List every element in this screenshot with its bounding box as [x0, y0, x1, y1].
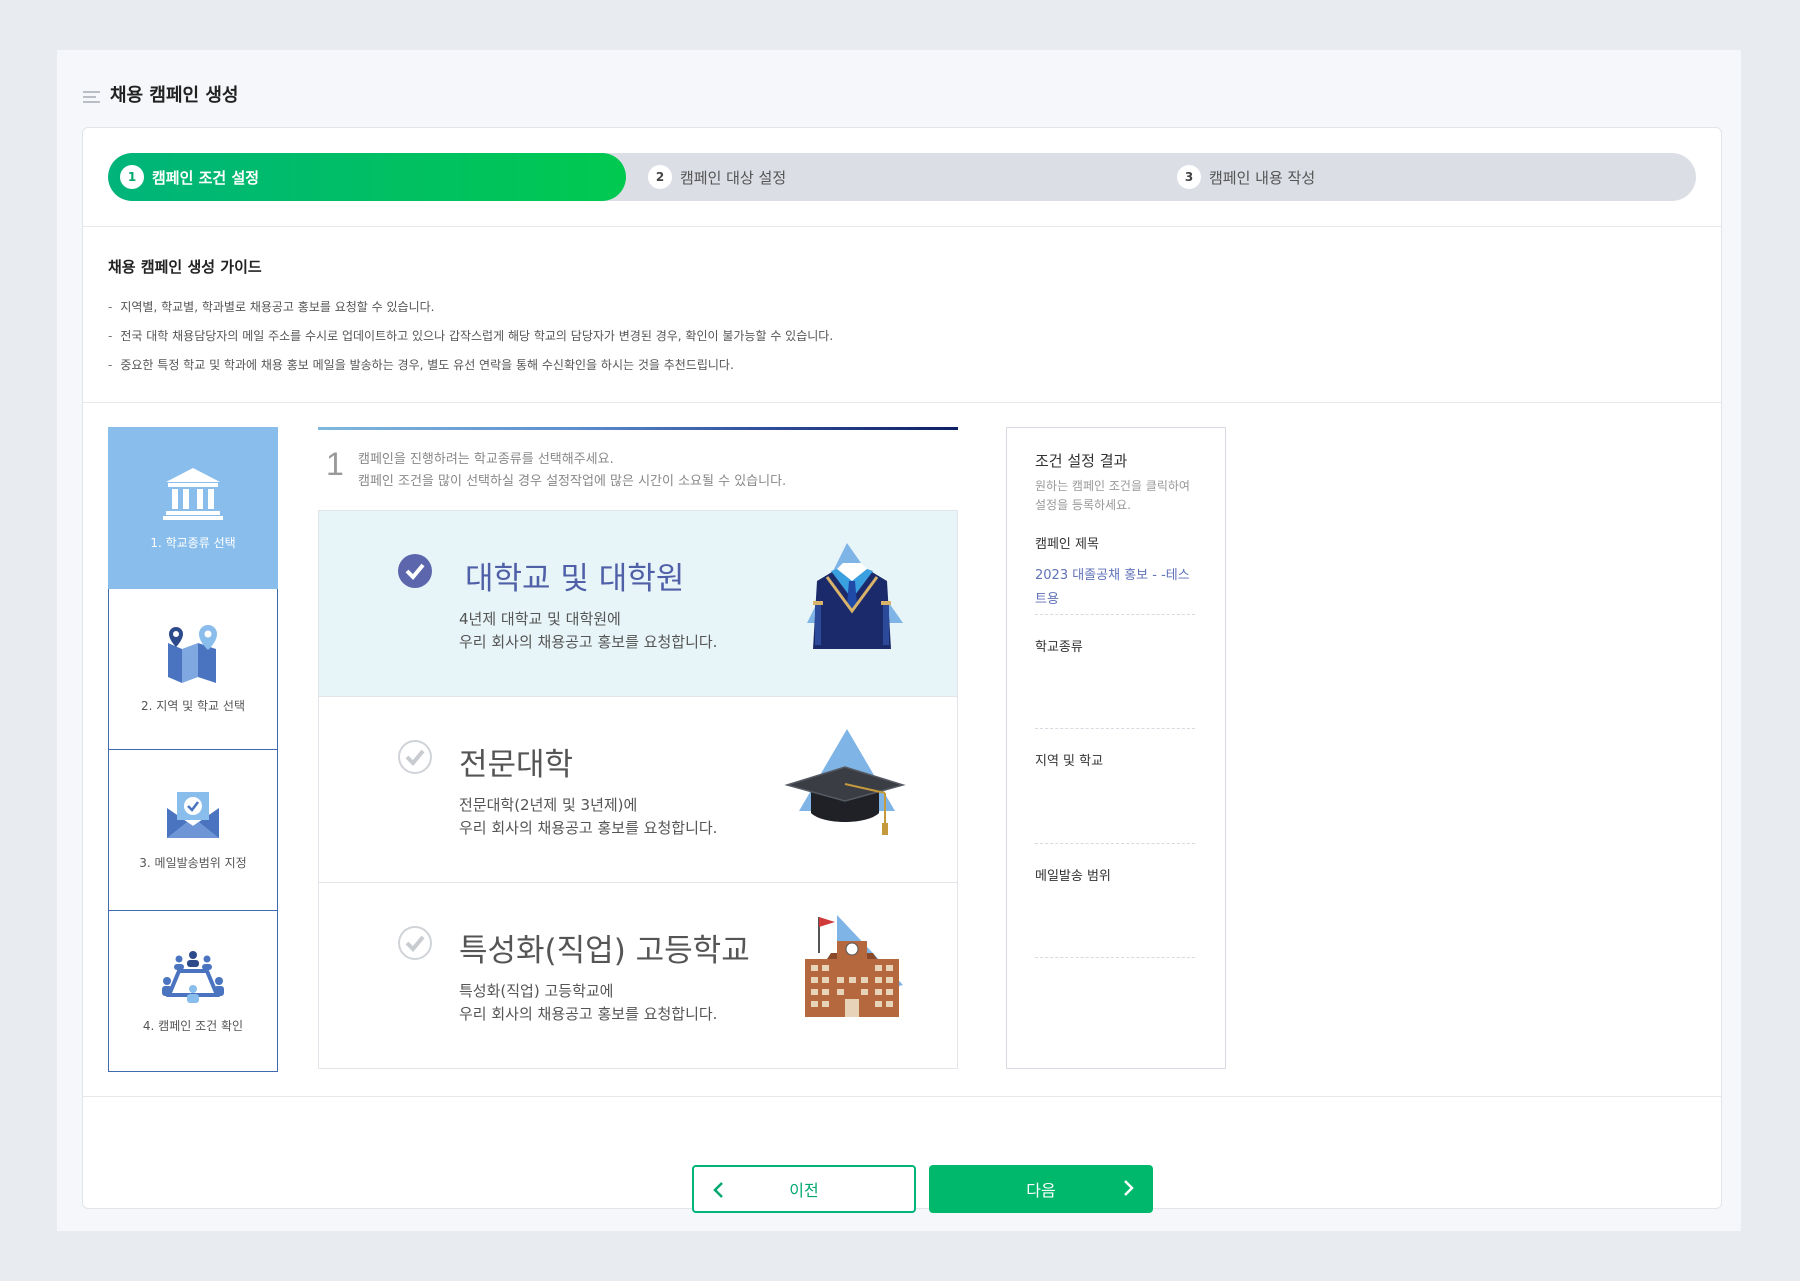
result-note: 원하는 캠페인 조건을 클릭하여 설정을 등록하세요.: [1035, 479, 1190, 512]
step-2[interactable]: 2 캠페인 대상 설정: [648, 153, 786, 201]
step-number: 2: [648, 165, 672, 189]
option-desc: 특성화(직업) 고등학교에: [459, 982, 614, 1000]
divider: [83, 402, 1721, 403]
option-college[interactable]: 전문대학 전문대학(2년제 및 3년제)에 우리 회사의 채용공고 홍보를 요청…: [319, 697, 957, 883]
chevron-left-icon: [713, 1182, 723, 1198]
guide-item-text: 중요한 특정 학교 및 학과에 채용 홍보 메일을 발송하는 경우, 별도 유선…: [120, 358, 734, 372]
result-mail-scope: 메일발송 범위: [1035, 865, 1195, 958]
option-vocational-high[interactable]: 특성화(직업) 고등학교 특성화(직업) 고등학교에 우리 회사의 채용공고 홍…: [319, 883, 957, 1068]
check-circle-icon: [398, 554, 432, 588]
guide-title: 채용 캠페인 생성 가이드: [108, 258, 262, 276]
school-type-options: 1 캠페인을 진행하려는 학교종류를 선택해주세요. 캠페인 조건을 많이 선택…: [318, 427, 958, 1069]
tab-confirm-condition[interactable]: 4. 캠페인 조건 확인: [108, 911, 278, 1072]
option-name: 전문대학: [459, 747, 574, 783]
graduation-gown-icon: [807, 543, 903, 649]
meeting-people-icon: [162, 950, 224, 1003]
result-school-type: 학교종류: [1035, 636, 1195, 729]
tab-label: 3. 메일발송범위 지정: [139, 855, 247, 870]
option-desc: 전문대학(2년제 및 3년제)에: [459, 796, 638, 814]
option-desc: 우리 회사의 채용공고 홍보를 요청합니다.: [459, 633, 718, 651]
option-list: 대학교 및 대학원 4년제 대학교 및 대학원에 우리 회사의 채용공고 홍보를…: [318, 510, 958, 1069]
result-label: 메일발송 범위: [1035, 869, 1111, 884]
guide-item: - 지역별, 학교별, 학과별로 채용공고 홍보를 요청할 수 있습니다.: [108, 300, 435, 314]
tab-label: 1. 학교종류 선택: [150, 535, 236, 550]
page-container: 채용 캠페인 생성 1 캠페인 조건 설정 2 캠페인 대상 설정 3 캠페인 …: [57, 50, 1741, 1231]
tab-school-type[interactable]: 1. 학교종류 선택: [108, 427, 278, 589]
instruction-line: 캠페인 조건을 많이 선택하실 경우 설정작업에 많은 시간이 소요될 수 있습…: [358, 474, 787, 489]
option-name: 특성화(직업) 고등학교: [459, 933, 750, 969]
mail-check-icon: [167, 791, 219, 838]
result-label: 캠페인 제목: [1035, 537, 1099, 552]
instruction-line: 캠페인을 진행하려는 학교종류를 선택해주세요.: [358, 452, 614, 467]
check-circle-icon: [398, 926, 432, 960]
option-desc: 우리 회사의 채용공고 홍보를 요청합니다.: [459, 819, 718, 837]
page-title: 채용 캠페인 생성: [110, 85, 239, 106]
option-desc: 4년제 대학교 및 대학원에: [459, 610, 621, 628]
check-circle-icon: [398, 740, 432, 774]
menu-lines-icon: [83, 91, 100, 103]
step-progress: 1 캠페인 조건 설정 2 캠페인 대상 설정 3 캠페인 내용 작성: [108, 153, 1696, 201]
condition-result-panel: 조건 설정 결과 원하는 캠페인 조건을 클릭하여 설정을 등록하세요. 캠페인…: [1006, 427, 1226, 1069]
condition-tabs: 1. 학교종류 선택 2. 지역 및 학교 선택 3. 메일발송범위 지정 4.…: [108, 427, 278, 1072]
instruction: 1 캠페인을 진행하려는 학교종류를 선택해주세요. 캠페인 조건을 많이 선택…: [318, 430, 958, 510]
step-3[interactable]: 3 캠페인 내용 작성: [1177, 153, 1315, 201]
prev-button[interactable]: 이전: [692, 1165, 916, 1213]
guide-item: - 전국 대학 채용담당자의 메일 주소를 수시로 업데이트하고 있으나 갑작스럽…: [108, 329, 834, 343]
result-title: 조건 설정 결과: [1035, 452, 1128, 470]
step-label: 캠페인 조건 설정: [152, 168, 260, 187]
tab-mail-scope[interactable]: 3. 메일발송범위 지정: [108, 750, 278, 911]
tab-region-school[interactable]: 2. 지역 및 학교 선택: [108, 589, 278, 750]
result-value: 2023 대졸공채 홍보 - -테스트용: [1035, 568, 1190, 607]
result-campaign-title: 캠페인 제목 2023 대졸공채 홍보 - -테스트용: [1035, 533, 1195, 615]
guide-item: - 중요한 특정 학교 및 학과에 채용 홍보 메일을 발송하는 경우, 별도 유…: [108, 358, 734, 372]
graduation-cap-icon: [784, 729, 906, 835]
divider: [83, 226, 1721, 227]
result-region-school: 지역 및 학교: [1035, 750, 1195, 844]
divider: [83, 1096, 1721, 1097]
chevron-right-icon: [1124, 1180, 1134, 1196]
result-label: 지역 및 학교: [1035, 754, 1104, 769]
step-label: 캠페인 내용 작성: [1209, 168, 1316, 187]
step-number: 1: [120, 165, 144, 189]
step-number: 3: [1177, 165, 1201, 189]
school-building-illustration-icon: [805, 915, 903, 1017]
option-university[interactable]: 대학교 및 대학원 4년제 대학교 및 대학원에 우리 회사의 채용공고 홍보를…: [319, 511, 957, 697]
tab-label: 2. 지역 및 학교 선택: [141, 698, 245, 713]
option-desc: 우리 회사의 채용공고 홍보를 요청합니다.: [459, 1005, 718, 1023]
step-1[interactable]: 1 캠페인 조건 설정: [120, 153, 259, 201]
step-label: 캠페인 대상 설정: [680, 168, 787, 187]
map-pin-icon: [168, 624, 217, 683]
prev-button-label: 이전: [789, 1181, 819, 1200]
main-card: 1 캠페인 조건 설정 2 캠페인 대상 설정 3 캠페인 내용 작성 채용 캠…: [82, 127, 1722, 1213]
next-button-label: 다음: [1026, 1181, 1056, 1200]
school-building-icon: [163, 467, 223, 520]
next-button[interactable]: 다음: [929, 1165, 1153, 1213]
instruction-number: 1: [326, 446, 344, 482]
guide-item-text: 전국 대학 채용담당자의 메일 주소를 수시로 업데이트하고 있으나 갑작스럽게…: [120, 329, 834, 343]
tab-label: 4. 캠페인 조건 확인: [142, 1018, 244, 1033]
guide-section: 채용 캠페인 생성 가이드 - 지역별, 학교별, 학과별로 채용공고 홍보를 요…: [108, 256, 833, 380]
page-header: 채용 캠페인 생성: [83, 76, 238, 112]
guide-item-text: 지역별, 학교별, 학과별로 채용공고 홍보를 요청할 수 있습니다.: [120, 300, 435, 314]
option-name: 대학교 및 대학원: [465, 561, 685, 597]
result-label: 학교종류: [1035, 640, 1083, 655]
